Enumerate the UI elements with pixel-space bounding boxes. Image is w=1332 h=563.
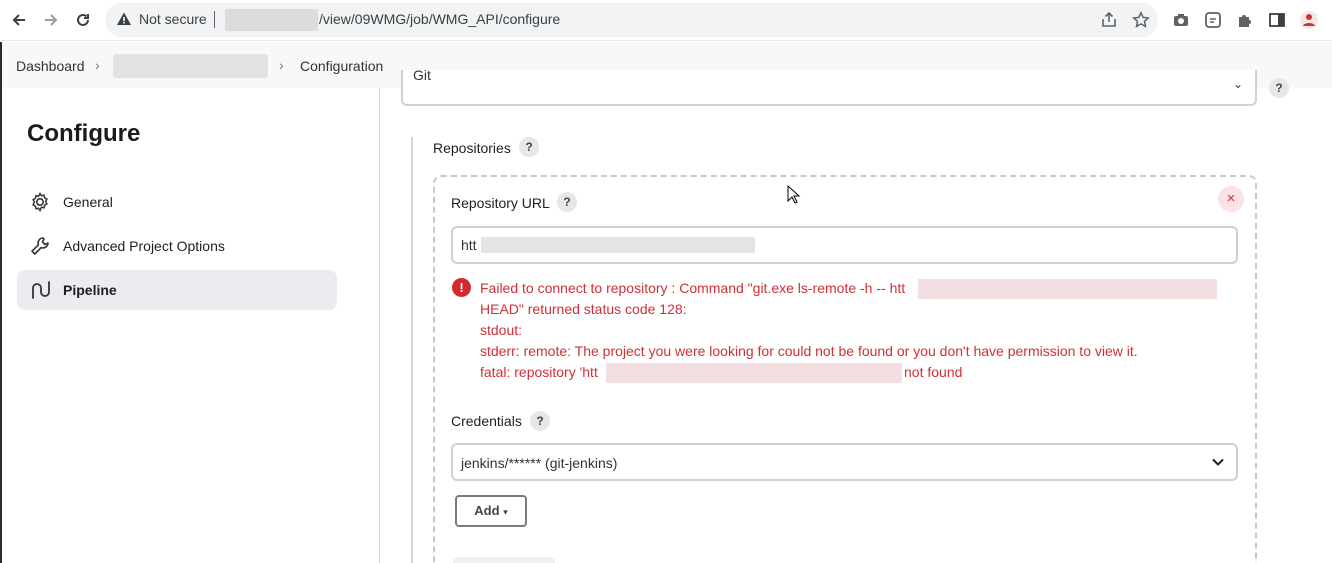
url-path[interactable]: /view/09WMG/job/WMG_API/configure (319, 11, 560, 27)
chevron-right-icon: › (95, 57, 100, 73)
redacted-url (481, 237, 755, 253)
puzzle-icon[interactable] (1235, 10, 1255, 30)
close-icon[interactable]: × (1218, 186, 1244, 212)
error-message-line: stdout: (480, 322, 523, 338)
breadcrumb-configuration: Configuration (300, 58, 384, 74)
help-icon[interactable]: ? (519, 137, 539, 157)
sidebar-item-general[interactable]: General (17, 182, 337, 222)
repository-url-value: htt (461, 237, 477, 253)
help-icon[interactable]: ? (530, 411, 550, 431)
add-button-label: Add (474, 503, 500, 518)
gear-icon (29, 191, 51, 213)
address-separator (214, 11, 215, 28)
side-panel-icon[interactable] (1267, 10, 1287, 30)
redacted-url (606, 363, 902, 383)
caret-down-icon: ▾ (503, 507, 508, 517)
back-icon[interactable] (8, 9, 30, 31)
error-message-line: Failed to connect to repository : Comman… (480, 280, 906, 296)
credentials-select[interactable]: jenkins/****** (git-jenkins) (451, 443, 1238, 481)
breadcrumb-redacted-job[interactable] (113, 54, 268, 78)
extension-chat-icon[interactable] (1203, 10, 1223, 30)
camera-icon[interactable] (1171, 10, 1191, 30)
redacted-url (918, 279, 1217, 299)
credentials-label: Credentials (451, 413, 522, 429)
chevron-down-icon: ⌄ (1232, 77, 1243, 91)
error-message-line: stderr: remote: The project you were loo… (480, 343, 1138, 359)
help-icon[interactable]: ? (1269, 78, 1289, 98)
error-message-line: fatal: repository 'htt (480, 364, 598, 380)
wrench-icon (29, 235, 51, 257)
mouse-pointer-icon (787, 184, 801, 205)
sidebar-item-label: Pipeline (63, 282, 117, 298)
breadcrumb-dashboard[interactable]: Dashboard (16, 58, 85, 74)
profile-avatar[interactable] (1299, 10, 1319, 30)
error-icon: ! (452, 278, 471, 297)
warning-icon[interactable] (116, 11, 132, 27)
redacted-host (225, 9, 318, 31)
share-icon[interactable] (1099, 10, 1119, 30)
credentials-value: jenkins/****** (git-jenkins) (461, 455, 618, 471)
sidebar-item-pipeline[interactable]: Pipeline (17, 270, 337, 310)
next-field-stub (453, 557, 555, 563)
chevron-right-icon: › (279, 57, 284, 73)
page-title: Configure (27, 120, 141, 147)
sidebar-item-advanced-project-options[interactable]: Advanced Project Options (17, 226, 337, 266)
repositories-label: Repositories (433, 140, 511, 156)
scm-select-value: Git (413, 70, 431, 83)
chevron-down-icon (1210, 454, 1226, 470)
scm-select[interactable]: Git ⌄ (401, 70, 1257, 106)
error-message-tail: not found (904, 364, 963, 380)
sidebar-item-label: General (63, 194, 113, 210)
bookmark-star-icon[interactable] (1131, 10, 1151, 30)
forward-icon[interactable] (40, 9, 62, 31)
browser-toolbar: Not secure /view/09WMG/job/WMG_API/confi… (0, 0, 1332, 41)
security-label[interactable]: Not secure (139, 11, 207, 27)
pipeline-icon (29, 279, 51, 301)
sidebar-divider (379, 88, 380, 563)
help-icon[interactable]: ? (557, 192, 577, 212)
section-indent-line (411, 137, 413, 563)
repository-url-label: Repository URL (451, 195, 550, 211)
reload-icon[interactable] (72, 9, 94, 31)
add-credentials-button[interactable]: Add ▾ (455, 495, 527, 527)
repository-url-input[interactable]: htt (451, 226, 1238, 264)
window-edge (0, 42, 2, 563)
sidebar-item-label: Advanced Project Options (63, 238, 225, 254)
error-message-line: HEAD" returned status code 128: (480, 301, 687, 317)
